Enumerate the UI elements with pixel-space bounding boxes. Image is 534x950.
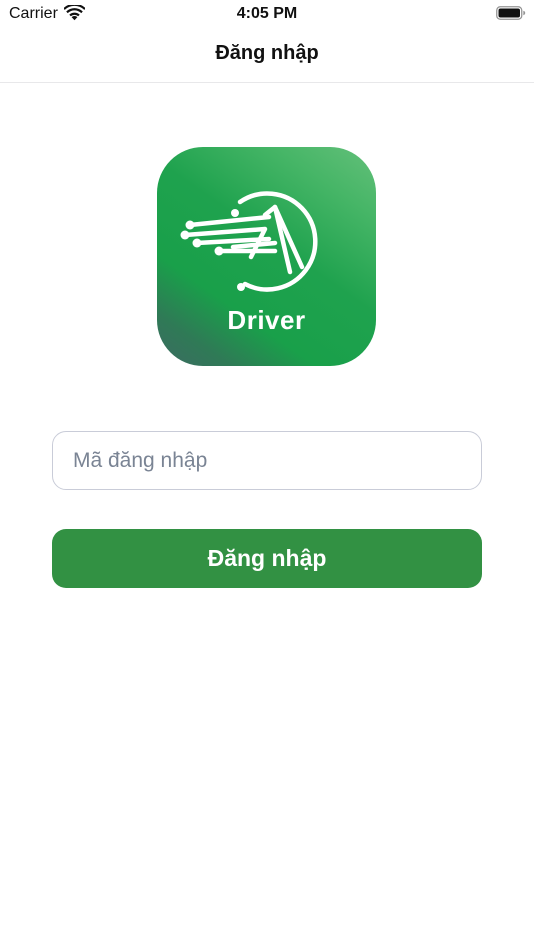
login-screen: Carrier 4:05 PM Đăng nhập Driver Mã đăng…	[0, 0, 534, 950]
navigation-bar: Đăng nhập	[0, 28, 534, 83]
page-title: Đăng nhập	[215, 42, 319, 64]
status-bar: Carrier 4:05 PM	[0, 0, 534, 28]
battery-icon	[496, 6, 526, 20]
logo-text: Driver	[227, 305, 306, 335]
login-code-input[interactable]	[52, 431, 482, 490]
driver-app-logo: Driver	[157, 147, 376, 366]
status-time: 4:05 PM	[236, 5, 298, 22]
login-button[interactable]: Đăng nhập	[52, 529, 482, 588]
